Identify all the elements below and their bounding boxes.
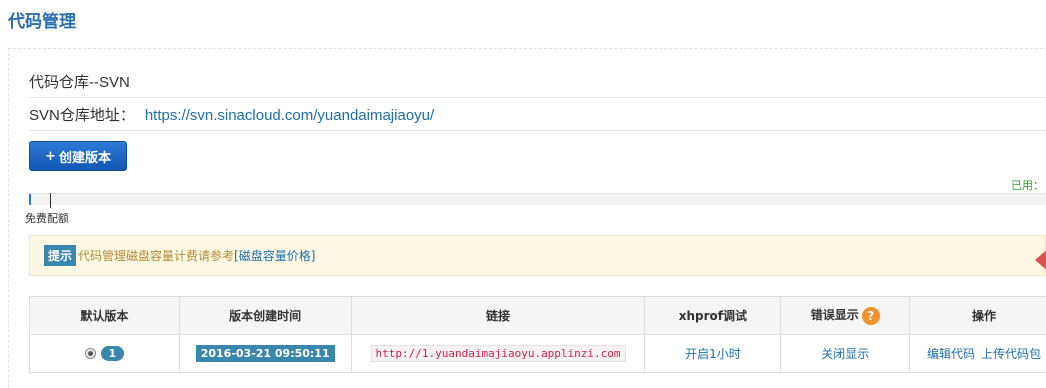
created-time-cell: 2016-03-21 09:50:11: [178, 334, 352, 373]
upload-code-link[interactable]: 上传代码包: [981, 347, 1041, 361]
repo-address-row: SVN仓库地址： https://svn.sinacloud.com/yuanda…: [29, 104, 434, 125]
quota-free-marker: [50, 193, 51, 208]
repo-address-link[interactable]: https://svn.sinacloud.com/yuandaimajiaoy…: [145, 107, 434, 124]
page-title: 代码管理: [8, 12, 76, 32]
info-tip: 提示 代码管理磁盘容量计费请参考 [磁盘容量价格]: [29, 235, 1046, 276]
actions-cell: 编辑代码 上传代码包: [909, 334, 1046, 373]
error-display-toggle-link[interactable]: 关闭显示: [821, 347, 869, 361]
table-row: 1 2016-03-21 09:50:11 http://1.yuandaima…: [29, 334, 1046, 373]
tip-badge: 提示: [44, 245, 77, 266]
header-actions: 操作: [909, 296, 1046, 335]
xhprof-cell: 开启1小时: [644, 334, 782, 373]
xhprof-enable-link[interactable]: 开启1小时: [685, 347, 741, 361]
divider: [29, 97, 1046, 98]
quota-progress-fill: [29, 194, 32, 205]
plus-icon: +: [45, 148, 56, 164]
versions-table: 默认版本 版本创建时间 链接 xhprof调试 错误显示? 操作 1 2016-…: [29, 296, 1046, 373]
header-link: 链接: [350, 296, 646, 335]
header-created-time: 版本创建时间: [178, 296, 352, 335]
header-xhprof: xhprof调试: [644, 296, 782, 335]
edit-code-link[interactable]: 编辑代码: [927, 347, 975, 361]
header-default-version: 默认版本: [29, 296, 180, 335]
divider: [29, 130, 1046, 131]
quota-progress-bar: [29, 193, 1046, 205]
default-version-radio[interactable]: [84, 348, 96, 359]
header-error-display-label: 错误显示: [810, 308, 859, 323]
version-badge: 1: [100, 346, 125, 361]
quota-used-label: 已用：: [1011, 179, 1044, 192]
help-icon[interactable]: ?: [861, 306, 880, 325]
repo-address-label: SVN仓库地址：: [29, 107, 135, 124]
default-version-cell: 1: [29, 334, 180, 373]
disk-price-link[interactable]: [磁盘容量价格]: [234, 247, 315, 264]
tip-text: 代码管理磁盘容量计费请参考: [78, 249, 235, 263]
table-header-row: 默认版本 版本创建时间 链接 xhprof调试 错误显示? 操作: [29, 296, 1046, 335]
create-version-label: 创建版本: [58, 150, 111, 166]
error-display-cell: 关闭显示: [780, 334, 911, 373]
repo-title: 代码仓库--SVN: [29, 74, 130, 91]
quota-free-label: 免费配额: [25, 212, 69, 225]
feedback-arrow-icon[interactable]: [1035, 248, 1046, 272]
header-error-display: 错误显示?: [780, 296, 911, 335]
app-url-link[interactable]: http://1.yuandaimajiaoyu.applinzi.com: [370, 345, 626, 362]
created-time-badge: 2016-03-21 09:50:11: [195, 345, 335, 362]
create-version-button[interactable]: + 创建版本: [29, 141, 127, 171]
link-cell: http://1.yuandaimajiaoyu.applinzi.com: [350, 334, 646, 373]
